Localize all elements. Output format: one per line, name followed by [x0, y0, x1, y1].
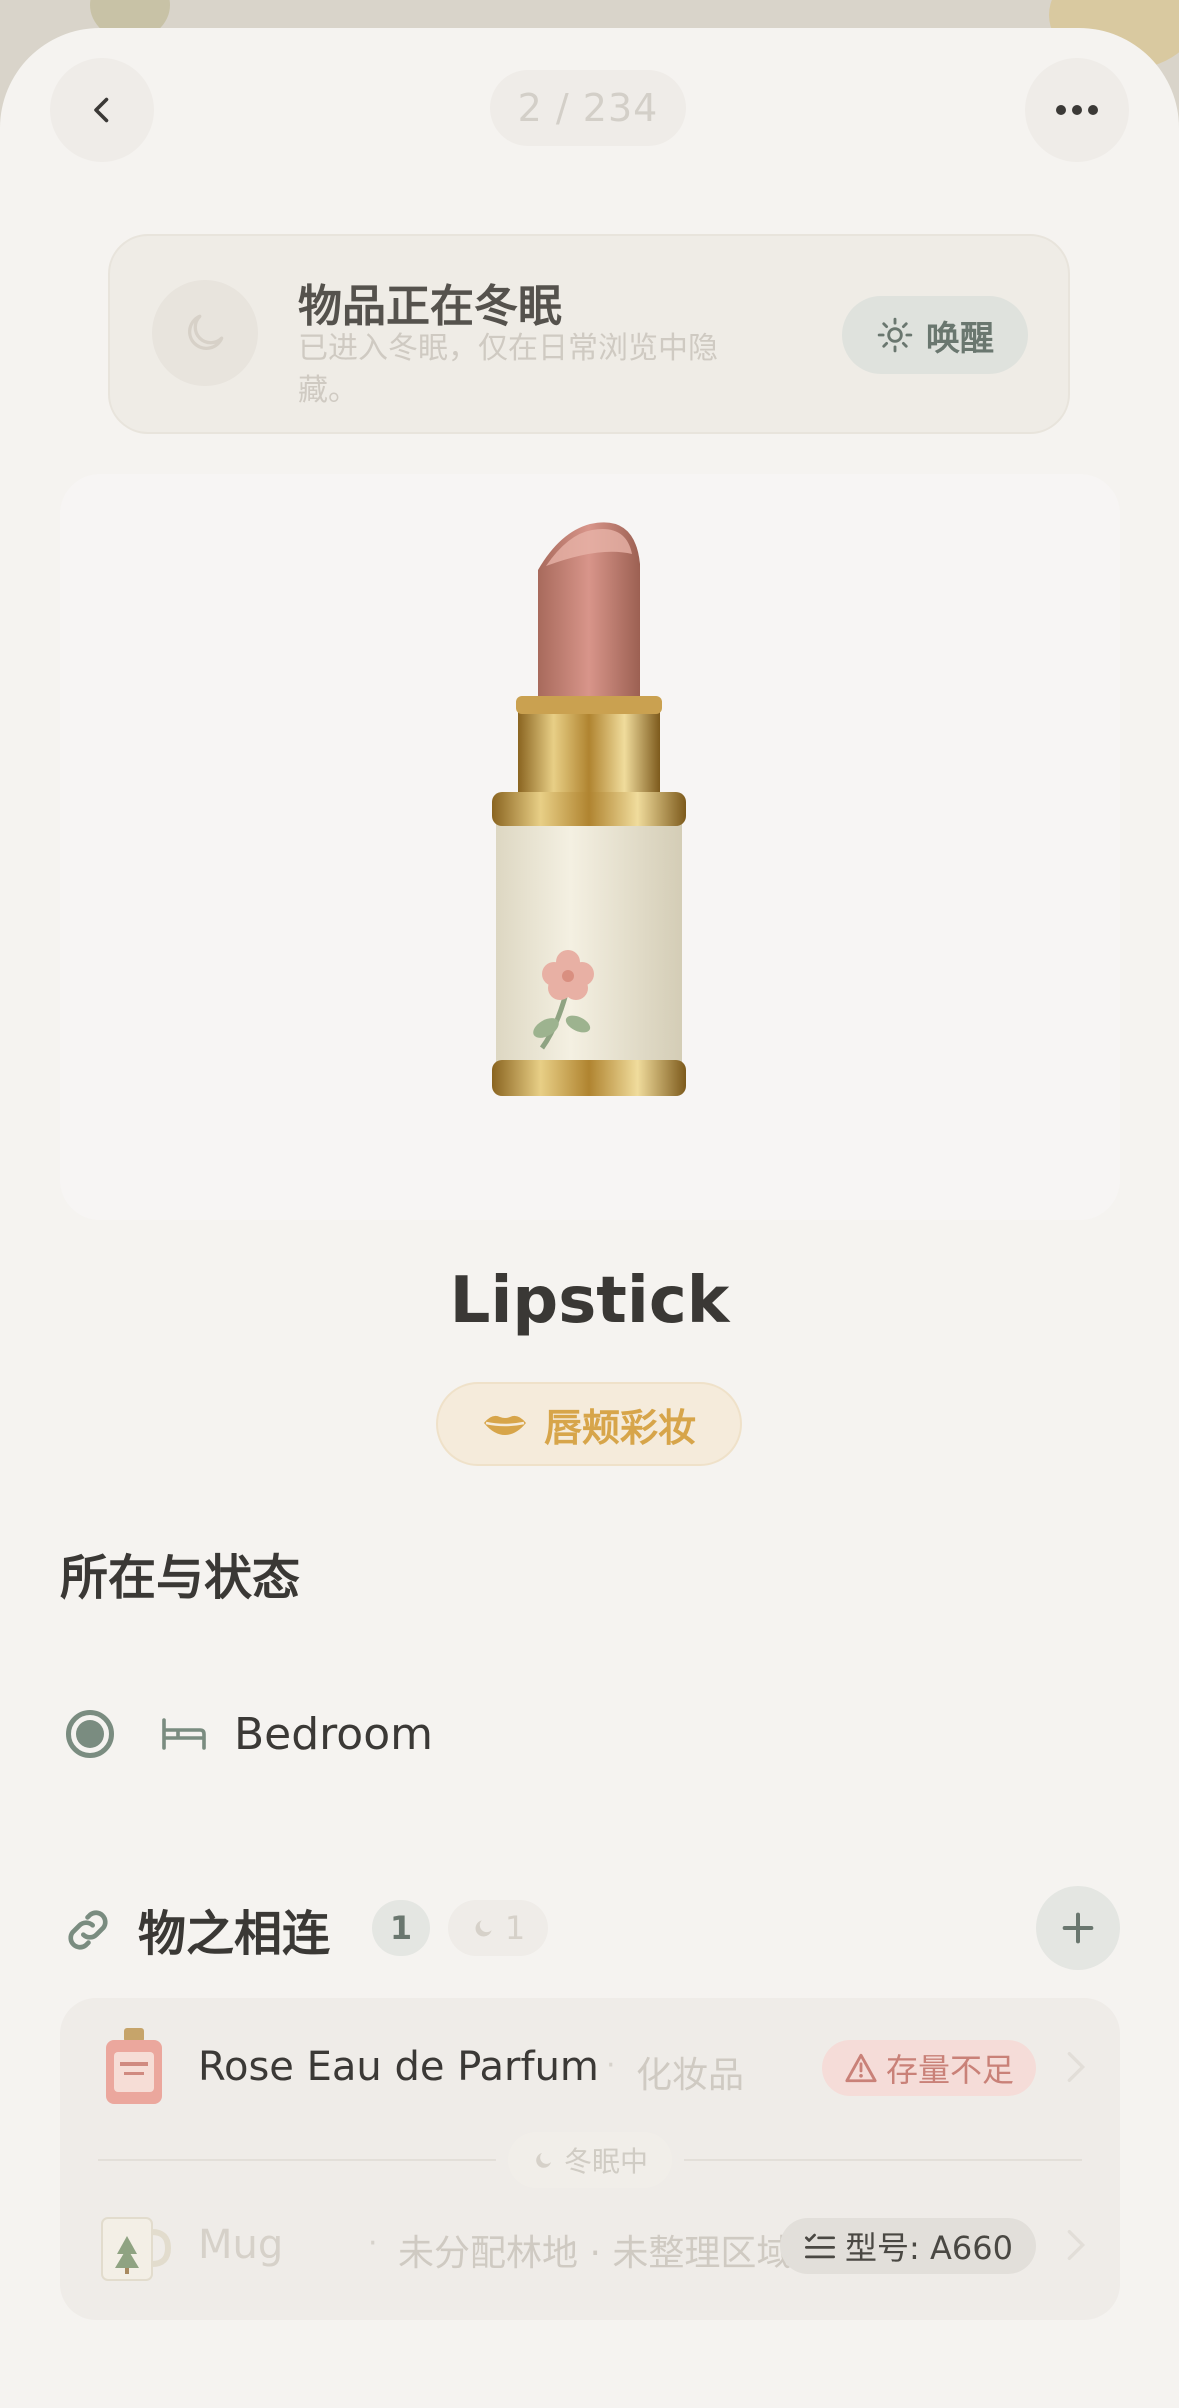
- item-detail-sheet: 2 / 234 物品正在冬眠 已进入冬眠，仅在日常浏览中隐藏。 唤醒 Lipst…: [0, 28, 1179, 2408]
- status-radio[interactable]: [66, 1710, 114, 1758]
- lipstick-illustration: [492, 522, 686, 1096]
- bed-icon: [162, 1718, 206, 1750]
- linked-items-card: Rose Eau de Parfum · 化妆品 存量不足 冬眠中 Mug · …: [60, 1998, 1120, 2320]
- hibernation-description: 已进入冬眠，仅在日常浏览中隐藏。: [298, 331, 718, 408]
- category-chip[interactable]: 唇颊彩妆: [436, 1382, 742, 1466]
- sun-icon: [877, 317, 913, 353]
- item-image-card[interactable]: [60, 474, 1120, 1220]
- lips-icon: [483, 1415, 526, 1435]
- linked-item-name: Rose Eau de Parfum: [198, 2044, 599, 2090]
- location-label: Bedroom: [234, 1708, 434, 1760]
- perfume-bottle-icon: [106, 2028, 162, 2104]
- pager-indicator: 2 / 234: [490, 70, 686, 146]
- hibernating-divider-label: 冬眠中: [508, 2132, 672, 2188]
- low-stock-badge: 存量不足: [822, 2040, 1036, 2096]
- chevron-left-icon: [94, 97, 109, 123]
- linked-item-row[interactable]: Rose Eau de Parfum · 化妆品 存量不足: [60, 2018, 1120, 2118]
- wake-label: 唤醒: [926, 318, 994, 359]
- more-options-button[interactable]: [1025, 58, 1129, 162]
- active-links-count: 1: [372, 1900, 430, 1956]
- item-title: Lipstick: [449, 1264, 730, 1338]
- hibernation-notice: 物品正在冬眠 已进入冬眠，仅在日常浏览中隐藏。 唤醒: [108, 234, 1070, 434]
- plus-icon: [1062, 1912, 1094, 1944]
- links-section-header: 物之相连 1 1: [60, 1886, 1120, 1970]
- linked-item-subtitle: 化妆品: [636, 2055, 745, 2096]
- location-section-heading: 所在与状态: [60, 1550, 301, 1606]
- linked-item-name: Mug: [198, 2222, 284, 2268]
- moon-icon: [152, 280, 258, 386]
- category-label: 唇颊彩妆: [543, 1405, 696, 1450]
- moon-icon: [536, 2153, 551, 2168]
- mug-icon: [101, 2217, 172, 2281]
- back-button[interactable]: [50, 58, 154, 162]
- wake-button[interactable]: 唤醒: [842, 296, 1028, 374]
- add-link-button[interactable]: [1036, 1886, 1120, 1970]
- warning-icon: [845, 2053, 877, 2083]
- links-section-heading: 物之相连: [138, 1906, 331, 1962]
- model-badge: 型号: A660: [780, 2218, 1036, 2274]
- linked-item-subtitle: 未分配林地 · 未整理区域: [398, 2233, 793, 2274]
- divider: [684, 2159, 1082, 2161]
- chevron-right-icon: [1067, 2230, 1086, 2260]
- divider: [98, 2159, 496, 2161]
- moon-icon: [475, 1920, 492, 1937]
- hibernation-title: 物品正在冬眠: [298, 281, 562, 332]
- link-icon: [68, 1910, 108, 1950]
- more-dots-icon: [1056, 105, 1098, 115]
- chevron-right-icon: [1067, 2052, 1086, 2082]
- hibernating-links-count: 1: [448, 1900, 548, 1956]
- linked-item-row[interactable]: Mug · 未分配林地 · 未整理区域 型号: A660: [60, 2196, 1120, 2296]
- checklist-icon: [805, 2233, 836, 2259]
- location-row[interactable]: Bedroom: [66, 1704, 433, 1764]
